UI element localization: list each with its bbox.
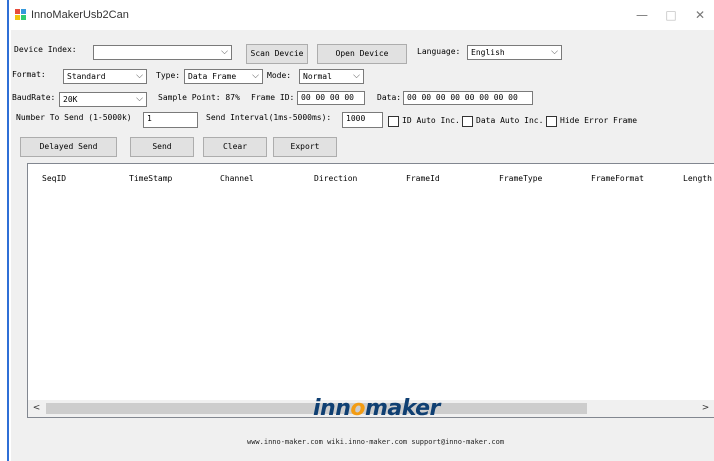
hide-error-frame-label: Hide Error Frame <box>560 116 638 125</box>
data-auto-inc-checkbox[interactable] <box>462 116 473 127</box>
chevron-down-icon: ⌵ <box>221 47 228 57</box>
logo-text-part2: maker <box>365 396 440 421</box>
close-icon[interactable]: ✕ <box>690 6 710 24</box>
frame-id-label: Frame ID: <box>251 93 295 102</box>
hide-error-frame-checkbox[interactable] <box>546 116 557 127</box>
type-label: Type: <box>156 71 181 80</box>
window-left-border <box>0 0 9 461</box>
scroll-left-icon[interactable]: < <box>30 402 43 415</box>
chevron-down-icon: ⌵ <box>551 47 558 57</box>
format-label: Format: <box>12 70 46 79</box>
frame-list-table[interactable]: SeqID TimeStamp Channel Direction FrameI… <box>27 163 714 418</box>
type-value: Data Frame <box>188 72 237 81</box>
scan-device-button[interactable]: Scan Devcie <box>246 44 308 64</box>
column-header-direction[interactable]: Direction <box>314 174 357 183</box>
mode-select[interactable]: Normal ⌵ <box>299 69 364 84</box>
column-header-frametype[interactable]: FrameType <box>499 174 542 183</box>
chevron-down-icon: ⌵ <box>252 71 259 81</box>
number-to-send-label: Number To Send (1-5000k) <box>16 113 132 122</box>
app-icon <box>15 9 26 20</box>
logo-text-o: o <box>350 396 365 421</box>
number-to-send-input[interactable]: 1 <box>143 112 198 128</box>
title-bar: InnoMakerUsb2Can — □ ✕ <box>9 0 714 30</box>
clear-button[interactable]: Clear <box>203 137 267 157</box>
window-title: InnoMakerUsb2Can <box>31 9 129 21</box>
device-index-label: Device Index: <box>14 45 77 54</box>
data-label: Data: <box>377 93 402 102</box>
send-button[interactable]: Send <box>130 137 194 157</box>
column-header-frameid[interactable]: FrameId <box>406 174 440 183</box>
id-auto-inc-label: ID Auto Inc. <box>402 116 460 125</box>
baudrate-value: 20K <box>63 95 78 104</box>
footer-links: www.inno-maker.com wiki.inno-maker.com s… <box>247 438 505 446</box>
column-header-length[interactable]: Length <box>683 174 712 183</box>
language-value: English <box>471 48 505 57</box>
chevron-down-icon: ⌵ <box>353 71 360 81</box>
mode-value: Normal <box>303 72 332 81</box>
baudrate-label: BaudRate: <box>12 93 56 102</box>
send-interval-label: Send Interval(1ms-5000ms): <box>206 113 332 122</box>
delayed-send-button[interactable]: Delayed Send <box>20 137 117 157</box>
innomaker-logo: innomaker <box>313 396 440 421</box>
mode-label: Mode: <box>267 71 292 80</box>
format-select[interactable]: Standard ⌵ <box>63 69 147 84</box>
format-value: Standard <box>67 72 106 81</box>
column-header-seqid[interactable]: SeqID <box>42 174 66 183</box>
chevron-down-icon: ⌵ <box>136 71 143 81</box>
maximize-icon[interactable]: □ <box>661 6 681 24</box>
device-index-select[interactable]: ⌵ <box>93 45 232 60</box>
id-auto-inc-checkbox[interactable] <box>388 116 399 127</box>
baudrate-select[interactable]: 20K ⌵ <box>59 92 147 107</box>
language-select[interactable]: English ⌵ <box>467 45 562 60</box>
chevron-down-icon: ⌵ <box>136 94 143 104</box>
column-header-timestamp[interactable]: TimeStamp <box>129 174 172 183</box>
open-device-button[interactable]: Open Device <box>317 44 407 64</box>
minimize-icon[interactable]: — <box>632 6 652 24</box>
column-header-channel[interactable]: Channel <box>220 174 254 183</box>
column-header-frameformat[interactable]: FrameFormat <box>591 174 644 183</box>
frame-id-input[interactable]: 00 00 00 00 <box>297 91 365 105</box>
export-button[interactable]: Export <box>273 137 337 157</box>
type-select[interactable]: Data Frame ⌵ <box>184 69 263 84</box>
logo-text-part1: inn <box>313 396 351 421</box>
main-panel: Device Index: ⌵ Scan Devcie Open Device … <box>11 30 714 461</box>
scroll-right-icon[interactable]: > <box>699 402 712 415</box>
sample-point-text: Sample Point: 87% <box>158 93 240 102</box>
data-input[interactable]: 00 00 00 00 00 00 00 00 <box>403 91 533 105</box>
language-label: Language: <box>417 47 461 56</box>
data-auto-inc-label: Data Auto Inc. <box>476 116 544 125</box>
send-interval-input[interactable]: 1000 <box>342 112 383 128</box>
